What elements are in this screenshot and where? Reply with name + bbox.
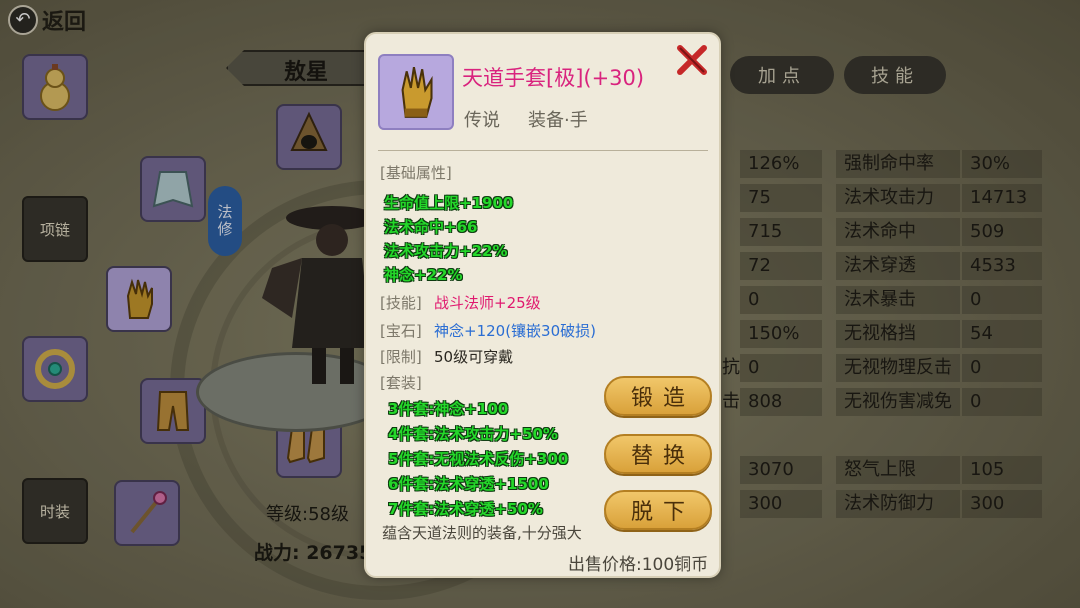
divider — [378, 150, 708, 151]
limit-value: 50级可穿戴 — [434, 348, 514, 366]
gem-value: 神念+120(镶嵌30破损) — [434, 322, 596, 340]
item-description: 蕴含天道法则的装备,十分强大 — [382, 524, 582, 542]
item-name: 天道手套[极](+30) — [462, 66, 645, 90]
basic-attr: 法术攻击力+22% — [384, 242, 508, 260]
forge-button[interactable]: 锻造 — [604, 376, 712, 416]
set-attr: 4件套:法术攻击力+50% — [388, 425, 558, 443]
item-detail-popup: 天道手套[极](+30) 传说 装备·手 [基础属性] 生命值上限+1900 法… — [364, 32, 721, 578]
set-header: [套装] — [380, 374, 422, 392]
item-icon-frame — [378, 54, 454, 130]
skill-label: [技能] — [380, 294, 422, 312]
basic-attr: 生命值上限+1900 — [384, 194, 514, 212]
set-attr: 5件套:无视法术反伤+300 — [388, 450, 569, 468]
basic-attr: 法术命中+66 — [384, 218, 478, 236]
set-attr: 3件套:神念+100 — [388, 400, 509, 418]
limit-label: [限制] — [380, 348, 422, 366]
basic-attr-header: [基础属性] — [380, 164, 452, 182]
item-slot: 装备·手 — [528, 110, 588, 131]
item-rarity: 传说 — [464, 110, 500, 131]
unequip-button[interactable]: 脱下 — [604, 490, 712, 530]
set-attr: 7件套:法术穿透+50% — [388, 500, 543, 518]
set-attr: 6件套:法术穿透+1500 — [388, 475, 549, 493]
glove-icon — [401, 66, 433, 118]
sell-price: 出售价格:100铜币 — [568, 555, 709, 575]
basic-attr: 神念+22% — [384, 266, 463, 284]
gem-label: [宝石] — [380, 322, 422, 340]
replace-button[interactable]: 替换 — [604, 434, 712, 474]
skill-value: 战斗法师+25级 — [434, 294, 541, 312]
close-icon[interactable] — [674, 42, 710, 78]
